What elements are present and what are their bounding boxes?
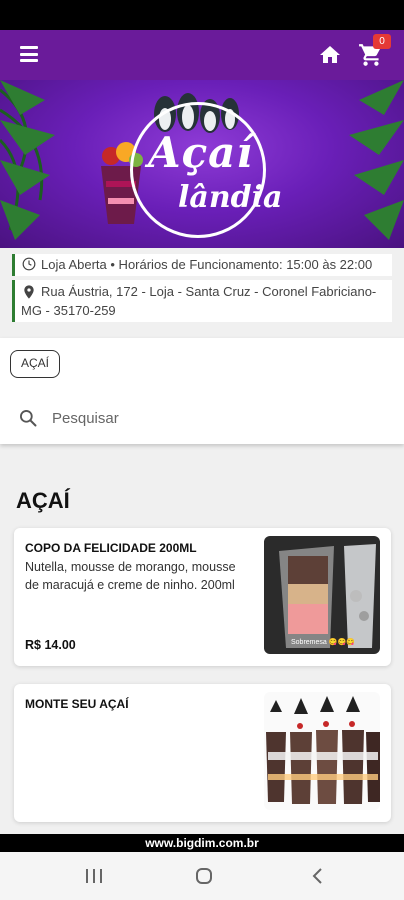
search-icon bbox=[20, 410, 37, 427]
footer-website[interactable]: www.bigdim.com.br bbox=[0, 834, 404, 852]
logo-text-line1: Açaí bbox=[148, 128, 254, 177]
system-nav-bar bbox=[0, 852, 404, 900]
store-address-row: Rua Áustria, 172 - Loja - Santa Cruz - C… bbox=[12, 280, 392, 322]
product-price: R$ 14.00 bbox=[25, 638, 76, 652]
recent-apps-icon[interactable] bbox=[82, 866, 106, 886]
palm-leaf-left-icon bbox=[0, 80, 55, 240]
filter-card: AÇAÍ bbox=[0, 338, 404, 444]
product-card[interactable]: MONTE SEU AÇAÍ bbox=[14, 684, 391, 822]
store-status-row: Loja Aberta • Horários de Funcionamento:… bbox=[12, 254, 392, 276]
product-image: Sobremesa 😋😋😋 bbox=[264, 536, 380, 654]
home-button-icon[interactable] bbox=[192, 866, 216, 886]
product-description: Nutella, mousse de morango, mousse de ma… bbox=[25, 560, 236, 592]
app-bar: 0 bbox=[0, 30, 404, 80]
category-chip-acai[interactable]: AÇAÍ bbox=[10, 350, 61, 378]
clock-icon bbox=[22, 257, 36, 271]
product-name: MONTE SEU AÇAÍ bbox=[25, 697, 129, 711]
product-card[interactable]: COPO DA FELICIDADE 200ML Nutella, mousse… bbox=[14, 528, 391, 666]
image-caption: Sobremesa 😋😋😋 bbox=[291, 637, 355, 646]
product-image bbox=[264, 692, 380, 810]
cart-count-badge: 0 bbox=[373, 34, 391, 49]
product-name: COPO DA FELICIDADE 200ML bbox=[25, 541, 197, 555]
palm-leaf-right-icon bbox=[349, 80, 404, 240]
store-address-text: Rua Áustria, 172 - Loja - Santa Cruz - C… bbox=[21, 284, 377, 318]
home-icon[interactable] bbox=[318, 43, 342, 67]
section-title: AÇAÍ bbox=[16, 488, 70, 513]
logo-text-line2: lândia bbox=[178, 180, 283, 215]
menu-icon[interactable] bbox=[20, 46, 38, 62]
status-bar bbox=[0, 0, 404, 30]
back-icon[interactable] bbox=[306, 866, 330, 886]
location-pin-icon bbox=[24, 285, 34, 299]
store-banner: Açaí lândia bbox=[0, 80, 404, 248]
store-status-text: Loja Aberta • Horários de Funcionamento:… bbox=[41, 257, 373, 272]
search-input[interactable] bbox=[52, 406, 382, 430]
